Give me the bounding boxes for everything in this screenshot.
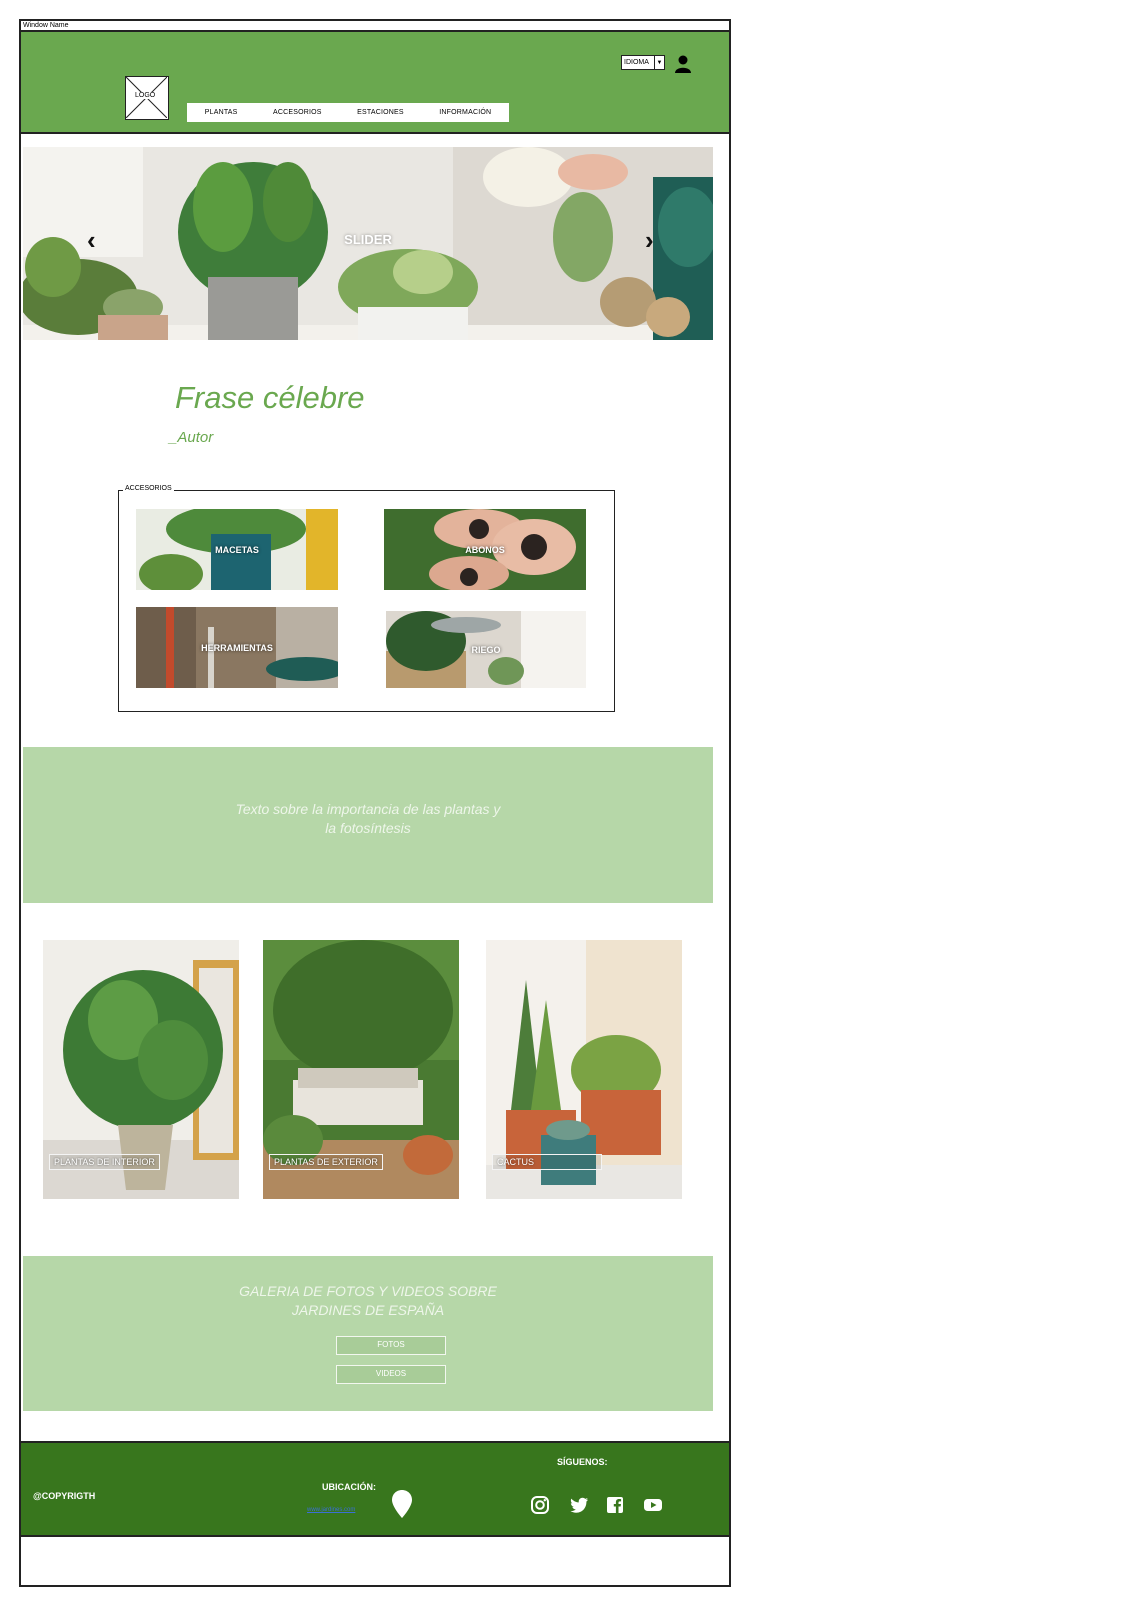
gallery-band: GALERIA DE FOTOS Y VIDEOS SOBRE JARDINES… (23, 1256, 713, 1411)
accessories-legend: ACCESORIOS (123, 485, 174, 492)
hero-slider[interactable]: SLIDER ‹ › (23, 147, 713, 340)
videos-button[interactable]: VIDEOS (336, 1365, 446, 1384)
quote-author: _Autor (169, 429, 214, 446)
chevron-left-icon[interactable]: ‹ (87, 225, 96, 256)
category-label-cactus: CACTUS (492, 1154, 602, 1170)
gallery-text-line1: GALERIA DE FOTOS Y VIDEOS SOBRE (239, 1283, 497, 1299)
category-label-interior: PLANTAS DE INTERIOR (49, 1154, 160, 1170)
location-link[interactable]: www.jardines.com (307, 1507, 355, 1513)
chevron-right-icon[interactable]: › (645, 225, 654, 256)
accessory-label-abonos: ABONOS (465, 544, 505, 555)
famous-quote: Frase célebre (175, 380, 365, 415)
accessories-group: ACCESORIOS MACETAS ABONOS HERRAMIENTAS R… (118, 485, 615, 712)
accessory-label-riego: RIEGO (471, 644, 501, 655)
location-label: UBICACIÓN: (322, 1482, 376, 1492)
info-text-line1: Texto sobre la importancia de las planta… (235, 801, 501, 817)
accessory-tile-riego[interactable]: RIEGO (386, 611, 586, 688)
youtube-icon[interactable] (643, 1495, 663, 1515)
dropdown-arrow-icon: ▼ (654, 56, 664, 69)
site-footer: @COPYRIGTH UBICACIÓN: www.jardines.com S… (21, 1441, 729, 1537)
slider-label: SLIDER (344, 232, 392, 247)
nav-item-accesorios[interactable]: ACCESORIOS (273, 109, 322, 116)
nav-item-informacion[interactable]: INFORMACIÓN (439, 109, 491, 116)
accessory-label-herramientas: HERRAMIENTAS (201, 642, 273, 653)
accessory-label-macetas: MACETAS (215, 544, 259, 555)
user-icon[interactable] (673, 54, 693, 74)
instagram-icon[interactable] (530, 1495, 550, 1515)
info-text-line2: la fotosíntesis (325, 820, 411, 836)
facebook-icon[interactable] (605, 1495, 625, 1515)
category-label-exterior: PLANTAS DE EXTERIOR (269, 1154, 383, 1170)
twitter-icon[interactable] (569, 1495, 589, 1515)
photos-button[interactable]: FOTOS (336, 1336, 446, 1355)
info-band: Texto sobre la importancia de las planta… (23, 747, 713, 903)
accessory-tile-herramientas[interactable]: HERRAMIENTAS (136, 607, 338, 688)
follow-us-label: SÍGUENOS: (557, 1457, 608, 1467)
accessory-tile-abonos[interactable]: ABONOS (384, 509, 586, 590)
copyright-text: @COPYRIGTH (33, 1491, 96, 1501)
category-card-interior[interactable]: PLANTAS DE INTERIOR (43, 940, 239, 1199)
category-card-exterior[interactable]: PLANTAS DE EXTERIOR (263, 940, 459, 1199)
accessory-tile-macetas[interactable]: MACETAS (136, 509, 338, 590)
browser-window: Window Name LOGO PLANTAS ACCESORIOS ESTA… (19, 19, 731, 1587)
gallery-text-line2: JARDINES DE ESPAÑA (291, 1302, 445, 1318)
logo[interactable]: LOGO (125, 76, 169, 120)
language-select-value: IDIOMA (624, 59, 649, 66)
nav-item-estaciones[interactable]: ESTACIONES (357, 109, 404, 116)
map-pin-icon[interactable] (391, 1489, 413, 1519)
category-card-cactus[interactable]: CACTUS (486, 940, 682, 1199)
logo-text: LOGO (134, 92, 157, 99)
language-select[interactable]: IDIOMA ▼ (621, 55, 665, 70)
site-header: LOGO PLANTAS ACCESORIOS ESTACIONES INFOR… (21, 32, 729, 134)
nav-item-plantas[interactable]: PLANTAS (205, 109, 238, 116)
window-title: Window Name (21, 21, 729, 32)
main-nav: PLANTAS ACCESORIOS ESTACIONES INFORMACIÓ… (187, 103, 509, 122)
